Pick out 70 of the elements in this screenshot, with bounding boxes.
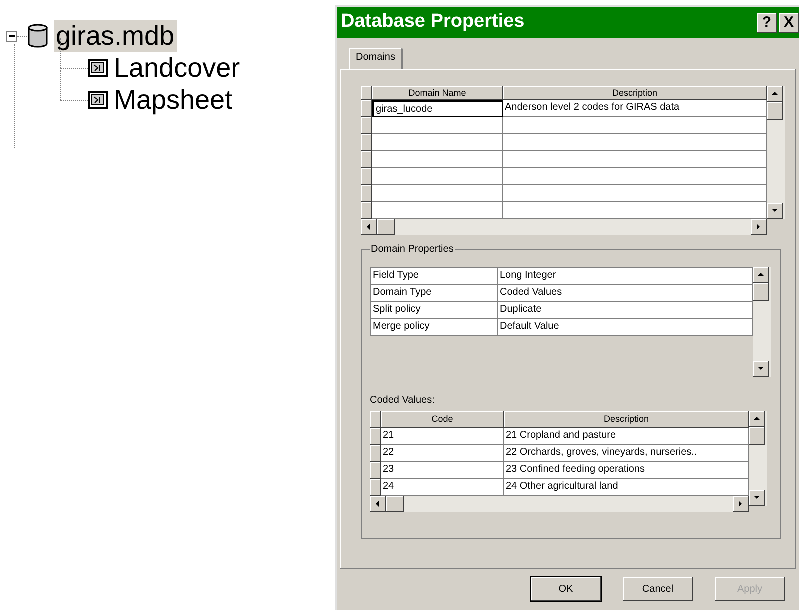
coded-values-label: Coded Values: — [370, 394, 436, 408]
scroll-left-button[interactable] — [370, 496, 386, 512]
row-header[interactable] — [361, 151, 372, 168]
property-value: Coded Values — [498, 285, 753, 302]
table-icon — [88, 59, 108, 77]
scroll-down-button[interactable] — [767, 203, 783, 219]
scroll-left-button[interactable] — [361, 219, 377, 235]
vertical-scrollbar[interactable] — [767, 86, 785, 219]
scroll-down-button[interactable] — [749, 490, 765, 506]
property-name: Split policy — [371, 302, 498, 319]
scroll-thumb[interactable] — [753, 283, 769, 301]
scroll-up-button[interactable] — [753, 267, 769, 283]
row-header[interactable] — [361, 100, 372, 117]
table-cell: 23 Confined feeding operations — [504, 462, 749, 479]
row-header[interactable] — [361, 202, 372, 219]
column-header[interactable]: Code — [381, 411, 504, 428]
row-header[interactable] — [370, 462, 381, 479]
property-value: Duplicate — [498, 302, 753, 319]
row-header[interactable] — [370, 445, 381, 462]
tree-item[interactable]: Landcover — [114, 52, 240, 84]
tab[interactable]: Domains — [349, 48, 404, 69]
table-icon — [88, 91, 108, 109]
column-header[interactable]: Description — [504, 411, 749, 428]
group-title: Domain Properties — [370, 242, 455, 257]
scroll-up-button[interactable] — [767, 86, 783, 102]
scroll-thumb[interactable] — [749, 427, 765, 445]
property-value: Default Value — [498, 319, 753, 336]
scroll-down-button[interactable] — [753, 361, 769, 377]
tree-item[interactable]: giras.mdb — [54, 20, 177, 52]
property-value: Long Integer — [498, 268, 753, 285]
row-header[interactable] — [370, 428, 381, 445]
row-header[interactable] — [361, 117, 372, 134]
column-header[interactable]: Description — [503, 86, 767, 100]
horizontal-scrollbar[interactable] — [361, 219, 767, 235]
row-header[interactable] — [361, 185, 372, 202]
table-cell: 22 — [381, 445, 504, 462]
table-cell: 23 — [381, 462, 504, 479]
header-corner — [370, 411, 381, 428]
vertical-scrollbar[interactable] — [749, 411, 767, 506]
property-name: Field Type — [371, 268, 498, 285]
scroll-right-button[interactable] — [751, 219, 767, 235]
row-header[interactable] — [361, 168, 372, 185]
window-title: Database Properties — [341, 10, 525, 34]
horizontal-scrollbar[interactable] — [370, 496, 749, 512]
property-name: Merge policy — [371, 319, 498, 336]
table-cell: giras_lucode — [372, 100, 503, 117]
dialog-button[interactable]: Cancel — [623, 577, 693, 601]
row-header[interactable] — [370, 479, 381, 496]
table-cell: 22 Orchards, groves, vineyards, nurseries.. — [504, 445, 749, 462]
collapse-toggle[interactable] — [6, 30, 17, 42]
table-cell: 24 — [381, 479, 504, 496]
vertical-scrollbar[interactable] — [753, 267, 771, 377]
property-name: Domain Type — [371, 285, 498, 302]
table-cell: 21 Cropland and pasture — [504, 428, 749, 445]
scroll-up-button[interactable] — [749, 411, 765, 427]
close-button[interactable]: X — [779, 12, 799, 32]
table-cell: Anderson level 2 codes for GIRAS data — [503, 100, 767, 117]
dialog-button[interactable]: OK — [531, 577, 601, 601]
row-header[interactable] — [361, 134, 372, 151]
database-icon — [27, 24, 49, 48]
scroll-thumb[interactable] — [386, 496, 404, 512]
column-header[interactable]: Domain Name — [372, 86, 503, 100]
table-cell: 21 — [381, 428, 504, 445]
header-corner — [361, 86, 372, 100]
scroll-thumb[interactable] — [377, 219, 395, 235]
help-button[interactable]: ? — [757, 12, 777, 32]
scroll-right-button[interactable] — [733, 496, 749, 512]
table-cell: 24 Other agricultural land — [504, 479, 749, 496]
scroll-thumb[interactable] — [767, 102, 783, 120]
tree-item[interactable]: Mapsheet — [114, 84, 233, 116]
